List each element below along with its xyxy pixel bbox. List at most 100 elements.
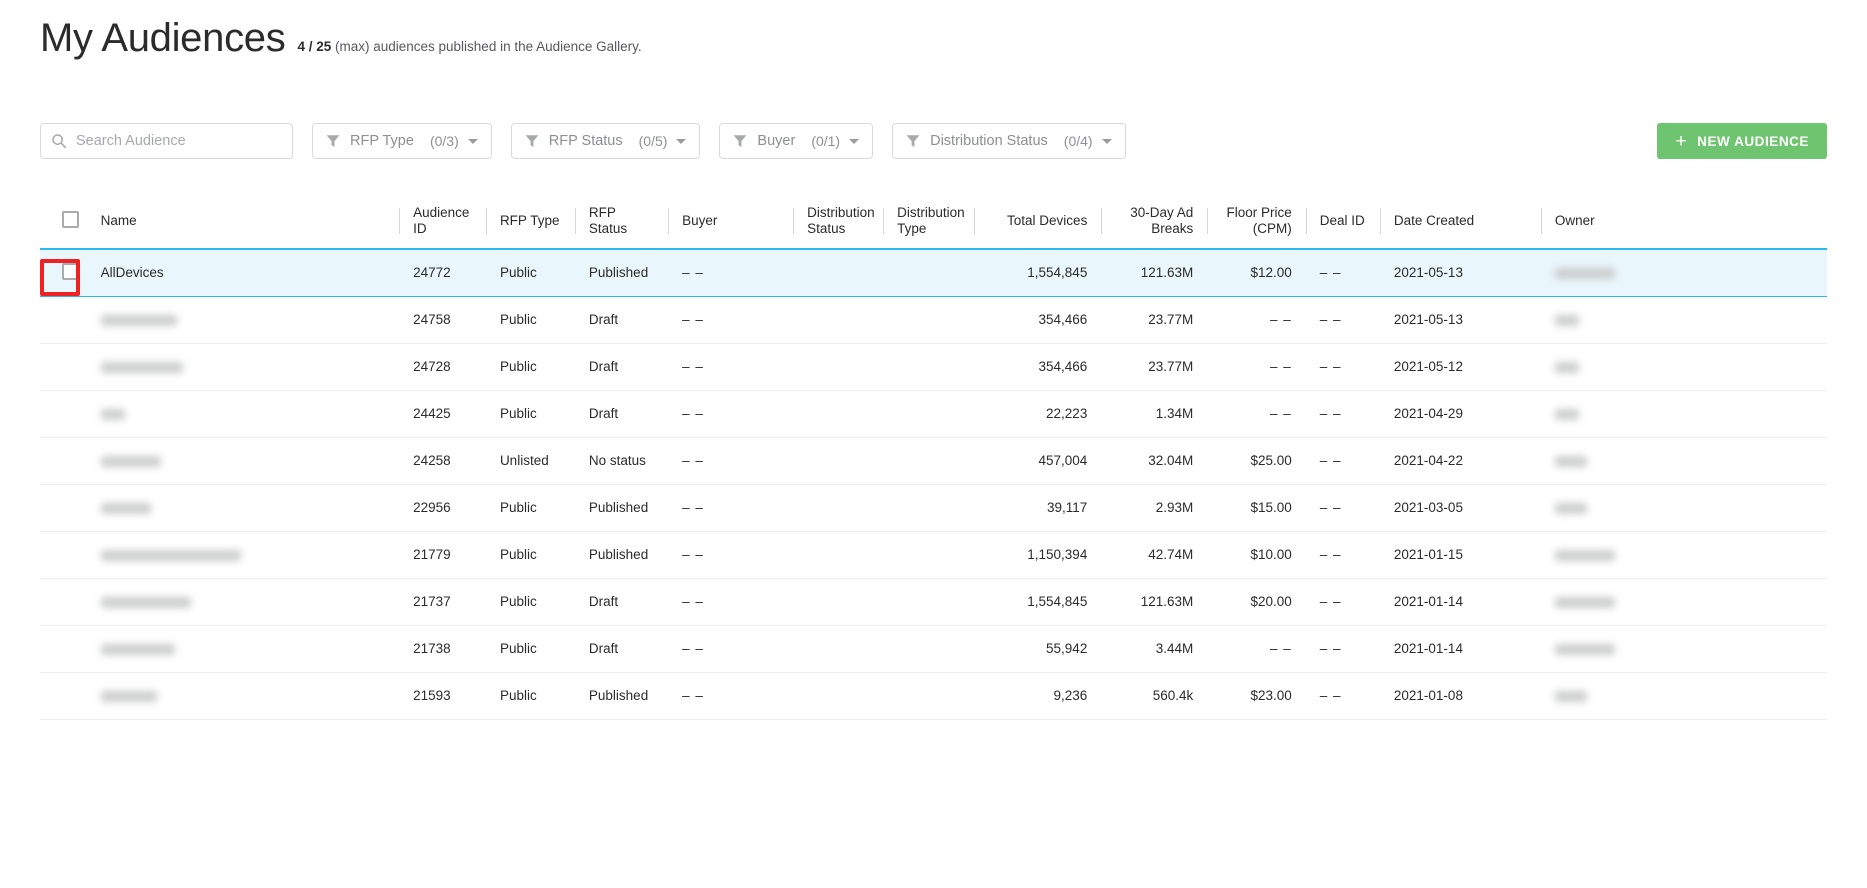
cell-distribution-status	[793, 296, 884, 344]
cell-audience-name	[86, 296, 400, 344]
search-input[interactable]	[74, 132, 282, 150]
column-header-rfp-status[interactable]: RFP Status	[574, 195, 669, 250]
filter-rfp-status[interactable]: RFP Status (0/5)	[510, 123, 701, 159]
cell-rfp-status: Draft	[574, 343, 669, 391]
redacted-audience-name	[100, 362, 183, 374]
cell-distribution-status	[793, 578, 884, 626]
column-header-distribution-status[interactable]: Distribution Status	[793, 195, 884, 250]
column-header-deal-id[interactable]: Deal ID	[1305, 195, 1380, 250]
cell-floor-price: $12.00	[1207, 248, 1306, 297]
column-header-name[interactable]: Name	[86, 195, 400, 250]
redacted-owner	[1554, 550, 1615, 562]
column-header-ad-breaks[interactable]: 30-Day Ad Breaks	[1101, 195, 1208, 250]
column-header-rfp-type[interactable]: RFP Type	[485, 195, 575, 250]
column-header-date-created[interactable]: Date Created	[1379, 195, 1541, 250]
table-row[interactable]: 24258 Unlisted No status – –457,004 32.04M $2…	[40, 437, 1827, 485]
row-select-cell	[40, 578, 87, 626]
cell-distribution-status	[793, 390, 884, 438]
cell-rfp-type: Public	[485, 390, 575, 438]
filter-distribution-status[interactable]: Distribution Status (0/4)	[892, 123, 1126, 159]
cell-date-created: 2021-01-14	[1379, 578, 1541, 626]
cell-rfp-type: Public	[485, 672, 575, 720]
cell-ad-breaks: 3.44M	[1101, 625, 1208, 673]
cell-audience-name: AllDevices	[86, 248, 400, 297]
plus-icon: +	[1675, 130, 1688, 152]
cell-rfp-type: Public	[485, 531, 575, 579]
cell-rfp-type: Public	[485, 248, 575, 297]
cell-distribution-status	[793, 248, 884, 297]
search-icon	[52, 134, 67, 149]
redacted-audience-name	[100, 503, 151, 515]
new-audience-button[interactable]: + NEW AUDIENCE	[1657, 123, 1827, 159]
cell-floor-price: – –	[1207, 625, 1306, 673]
filter-label: RFP Status	[548, 133, 623, 149]
filter-rfp-type[interactable]: RFP Type (0/3)	[312, 123, 492, 159]
cell-ad-breaks: 23.77M	[1101, 343, 1208, 391]
cell-audience-name	[86, 343, 400, 391]
cell-distribution-status	[793, 672, 884, 720]
row-checkbox[interactable]	[61, 262, 79, 280]
column-header-buyer[interactable]: Buyer	[668, 195, 794, 250]
cell-date-created: 2021-04-29	[1379, 390, 1541, 438]
cell-deal-id: – –	[1305, 578, 1380, 626]
filter-count: (0/3)	[429, 133, 459, 149]
cell-audience-name	[86, 437, 400, 485]
column-header-owner[interactable]: Owner	[1540, 195, 1827, 250]
table-row[interactable]: 21779 Public Published – –1,150,394 42.74M $1…	[40, 531, 1827, 579]
redacted-owner	[1554, 691, 1587, 703]
cell-audience-id: 22956	[399, 484, 486, 532]
funnel-icon	[326, 135, 340, 147]
cell-audience-name	[86, 484, 400, 532]
cell-audience-id: 24728	[399, 343, 486, 391]
row-select-cell	[40, 531, 87, 579]
funnel-icon	[525, 135, 539, 147]
redacted-audience-name	[100, 691, 157, 703]
redacted-owner	[1554, 362, 1579, 374]
cell-deal-id: – –	[1305, 390, 1380, 438]
column-header-floor-price[interactable]: Floor Price (CPM)	[1207, 195, 1306, 250]
cell-buyer: – –	[668, 437, 794, 485]
cell-rfp-status: No status	[574, 437, 669, 485]
redacted-audience-name	[100, 315, 177, 327]
table-row[interactable]: 24425 Public Draft – –22,223 1.34M – – – –2021…	[40, 390, 1827, 438]
cell-date-created: 2021-05-12	[1379, 343, 1541, 391]
cell-owner	[1540, 437, 1827, 485]
cell-rfp-status: Draft	[574, 578, 669, 626]
cell-audience-id: 21779	[399, 531, 486, 579]
table-row[interactable]: AllDevices 24772 Public Published – –1,554,8…	[40, 248, 1827, 297]
table-row[interactable]: 21737 Public Draft – –1,554,845 121.63M $20.0…	[40, 578, 1827, 626]
audiences-table: Name Audience ID RFP Type RFP Status Buy…	[40, 195, 1827, 720]
audience-count: 4 / 25	[297, 39, 332, 54]
table-row[interactable]: 24728 Public Draft – –354,466 23.77M – – – –20…	[40, 343, 1827, 391]
cell-date-created: 2021-01-15	[1379, 531, 1541, 579]
cell-total-devices: 1,150,394	[974, 531, 1102, 579]
cell-floor-price: – –	[1207, 296, 1306, 344]
cell-deal-id: – –	[1305, 296, 1380, 344]
filter-toolbar: RFP Type (0/3) RFP Status (0/5) Buyer (0…	[40, 123, 1126, 159]
chevron-down-icon	[1101, 138, 1112, 144]
cell-ad-breaks: 121.63M	[1101, 578, 1208, 626]
cell-deal-id: – –	[1305, 484, 1380, 532]
cell-buyer: – –	[668, 625, 794, 673]
cell-distribution-type	[883, 531, 975, 579]
cell-owner	[1540, 531, 1827, 579]
column-header-audience-id[interactable]: Audience ID	[399, 195, 486, 250]
select-all-checkbox[interactable]	[61, 210, 79, 228]
cell-distribution-status	[793, 484, 884, 532]
column-header-total-devices[interactable]: Total Devices	[974, 195, 1102, 250]
table-row[interactable]: 21738 Public Draft – –55,942 3.44M – – – –2021…	[40, 625, 1827, 673]
cell-buyer: – –	[668, 343, 794, 391]
table-row[interactable]: 24758 Public Draft – –354,466 23.77M – – – –20…	[40, 296, 1827, 344]
funnel-icon	[906, 135, 920, 147]
cell-audience-id: 24758	[399, 296, 486, 344]
cell-total-devices: 1,554,845	[974, 248, 1102, 297]
filter-label: Distribution Status	[930, 133, 1048, 149]
search-audience-box[interactable]	[40, 123, 293, 159]
cell-floor-price: – –	[1207, 390, 1306, 438]
column-header-distribution-type[interactable]: Distribution Type	[883, 195, 975, 250]
table-row[interactable]: 22956 Public Published – –39,117 2.93M $15.00…	[40, 484, 1827, 532]
filter-buyer[interactable]: Buyer (0/1)	[719, 123, 874, 159]
cell-rfp-type: Public	[485, 343, 575, 391]
table-row[interactable]: 21593 Public Published – –9,236 560.4k $23.00…	[40, 672, 1827, 720]
row-select-cell	[40, 672, 87, 720]
